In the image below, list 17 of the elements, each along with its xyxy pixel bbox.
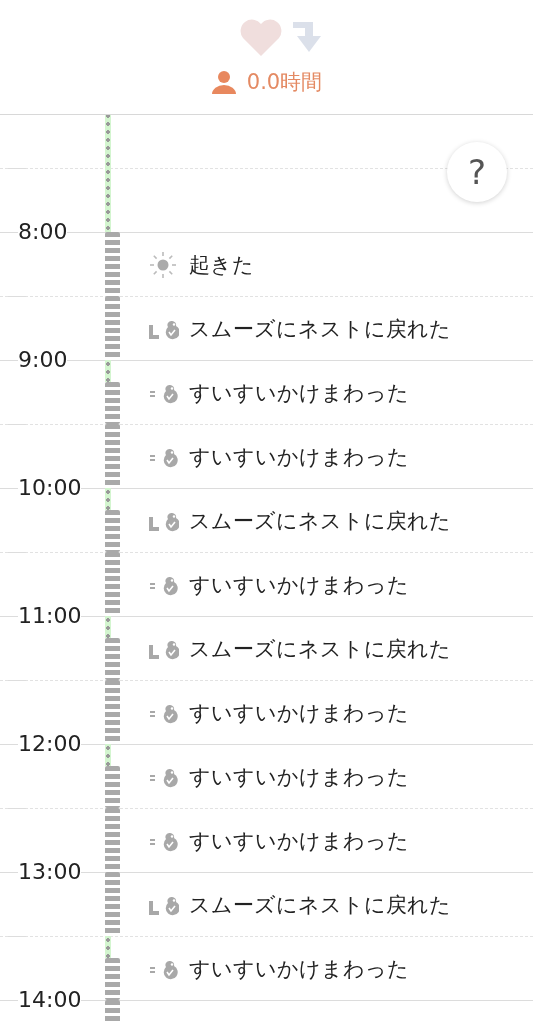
event-text[interactable]: スムーズにネストに戻れた [189,506,451,535]
event-text[interactable]: スムーズにネストに戻れた [189,890,451,919]
event-text[interactable]: 起きた [189,250,254,279]
event-text[interactable]: すいすいかけまわった [189,442,409,471]
event-text[interactable]: すいすいかけまわった [189,762,409,791]
event-text[interactable]: すいすいかけまわった [189,954,409,983]
event-text[interactable]: すいすいかけまわった [189,378,409,407]
sun-icon [147,250,179,279]
event-text[interactable]: スムーズにネストに戻れた [189,314,451,343]
help-button[interactable]: ? [447,142,507,202]
event-text[interactable]: すいすいかけまわった [189,826,409,855]
heart-icon[interactable] [238,18,283,58]
person-icon [210,70,237,94]
event-text[interactable]: すいすいかけまわった [189,698,409,727]
event-text[interactable]: スムーズにネストに戻れた [189,634,451,663]
hours-total: 0.0時間 [246,69,323,96]
event-text[interactable]: すいすいかけまわった [189,570,409,599]
